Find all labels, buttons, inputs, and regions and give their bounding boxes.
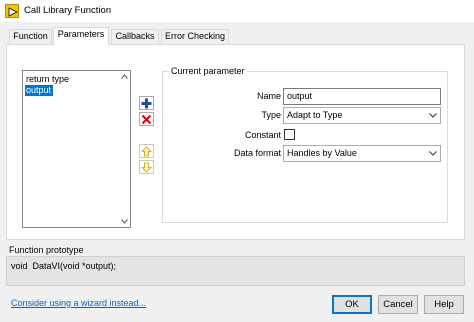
- type-select-value: Adapt to Type: [287, 110, 343, 120]
- chevron-down-icon: [426, 108, 440, 123]
- constant-checkbox[interactable]: [284, 129, 295, 140]
- window-title: Call Library Function: [24, 5, 112, 16]
- scroll-up-arrow-icon[interactable]: [119, 71, 130, 82]
- data-format-select-value: Handles by Value: [287, 148, 357, 158]
- function-prototype-label: Function prototype: [9, 245, 84, 255]
- type-label: Type: [261, 110, 281, 120]
- parameters-list[interactable]: return type output: [22, 70, 131, 228]
- move-down-button[interactable]: [139, 160, 154, 174]
- chevron-down-icon: [426, 146, 440, 161]
- remove-parameter-button[interactable]: [139, 112, 154, 126]
- labview-function-icon: [5, 4, 19, 18]
- plus-icon: [141, 98, 152, 108]
- tab-parameters[interactable]: Parameters: [53, 27, 109, 45]
- list-item-output[interactable]: output: [25, 85, 54, 96]
- list-item-return-type[interactable]: return type: [25, 74, 71, 85]
- title-bar: Call Library Function: [0, 0, 474, 22]
- scroll-down-arrow-icon[interactable]: [119, 216, 130, 227]
- name-label: Name: [256, 91, 281, 101]
- current-parameter-legend: Current parameter: [169, 66, 247, 76]
- move-up-button[interactable]: [139, 144, 154, 158]
- function-prototype-box: void DataVI(void *output);: [6, 256, 465, 286]
- add-parameter-button[interactable]: [139, 96, 154, 110]
- wizard-link[interactable]: Consider using a wizard instead...: [11, 298, 146, 308]
- ok-button[interactable]: OK: [332, 295, 372, 314]
- tab-function[interactable]: Function: [9, 29, 52, 44]
- cancel-button[interactable]: Cancel: [378, 295, 418, 314]
- arrow-up-icon: [141, 145, 152, 156]
- data-format-select[interactable]: Handles by Value: [283, 145, 441, 162]
- data-format-label: Data format: [233, 148, 281, 158]
- tab-callbacks[interactable]: Callbacks: [111, 29, 159, 44]
- arrow-down-icon: [141, 162, 152, 173]
- name-field[interactable]: output: [283, 88, 441, 105]
- x-icon: [141, 114, 152, 124]
- function-prototype-text: void DataVI(void *output);: [11, 261, 117, 271]
- tab-error-checking[interactable]: Error Checking: [161, 29, 229, 44]
- help-button[interactable]: Help: [424, 295, 464, 314]
- type-select[interactable]: Adapt to Type: [283, 107, 441, 124]
- constant-label: Constant: [244, 130, 281, 140]
